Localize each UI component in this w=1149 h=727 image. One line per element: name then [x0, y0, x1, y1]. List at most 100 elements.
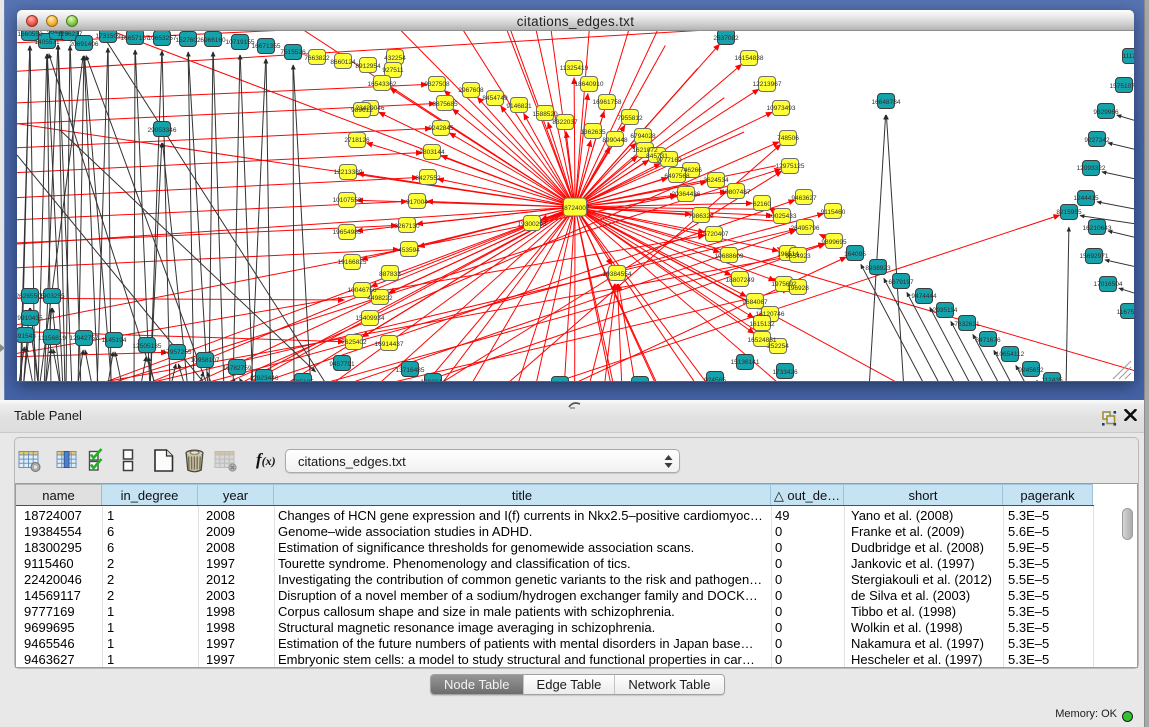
svg-text:8660124: 8660124 — [330, 59, 356, 66]
svg-text:12213967: 12213967 — [753, 81, 782, 88]
svg-text:18724007: 18724007 — [561, 205, 590, 212]
svg-text:3267130: 3267130 — [394, 223, 420, 230]
svg-text:9899695: 9899695 — [821, 239, 847, 246]
svg-text:16120746: 16120746 — [756, 311, 785, 318]
svg-text:10025433: 10025433 — [768, 213, 797, 220]
svg-text:19300293: 19300293 — [518, 221, 547, 228]
svg-text:927511: 927511 — [382, 67, 404, 74]
svg-text:9463627: 9463627 — [791, 195, 817, 202]
svg-text:19384554: 19384554 — [603, 271, 632, 278]
svg-text:16543362: 16543362 — [368, 81, 397, 88]
svg-text:1196237: 1196237 — [58, 31, 83, 38]
svg-text:12505135: 12505135 — [133, 343, 162, 350]
svg-text:7632621: 7632621 — [954, 321, 980, 328]
svg-text:9474444: 9474444 — [911, 293, 937, 300]
svg-text:252254: 252254 — [767, 343, 789, 350]
svg-text:11156819: 11156819 — [38, 335, 66, 342]
svg-text:9329966: 9329966 — [1093, 109, 1119, 116]
svg-text:12213389: 12213389 — [334, 169, 363, 176]
svg-text:7515526: 7515526 — [280, 49, 306, 56]
svg-text:8427552: 8427552 — [415, 175, 441, 182]
svg-text:15409934: 15409934 — [356, 315, 385, 322]
svg-text:9146821: 9146821 — [506, 103, 532, 110]
svg-text:10654112: 10654112 — [996, 351, 1025, 358]
svg-text:924565: 924565 — [704, 377, 726, 381]
svg-text:9227342: 9227342 — [1084, 137, 1110, 144]
svg-text:9242845: 9242845 — [428, 125, 454, 132]
svg-text:20364436: 20364436 — [672, 191, 701, 198]
svg-text:8322037: 8322037 — [552, 119, 578, 126]
svg-text:16961758: 16961758 — [593, 99, 622, 106]
svg-text:9115460: 9115460 — [821, 209, 846, 216]
svg-text:2935114: 2935114 — [933, 307, 958, 314]
svg-text:1660550: 1660550 — [17, 31, 43, 38]
svg-text:9684067: 9684067 — [742, 299, 768, 306]
svg-text:4498222: 4498222 — [367, 295, 393, 302]
svg-text:10958107: 10958107 — [191, 357, 220, 364]
svg-text:2967608: 2967608 — [458, 87, 484, 94]
svg-text:9457791: 9457791 — [329, 361, 355, 368]
svg-text:16671355: 16671355 — [252, 43, 281, 50]
svg-text:10046756: 10046756 — [348, 287, 377, 294]
svg-text:3875685: 3875685 — [432, 101, 458, 108]
svg-text:10807487: 10807487 — [722, 189, 751, 196]
svg-text:1405571: 1405571 — [34, 39, 60, 46]
svg-text:8471676: 8471676 — [975, 337, 1001, 344]
svg-text:748506: 748506 — [777, 135, 799, 142]
svg-text:16210643: 16210643 — [1083, 225, 1112, 232]
svg-text:12093322: 12093322 — [1077, 165, 1106, 172]
svg-text:16914437: 16914437 — [375, 341, 404, 348]
svg-text:13716485: 13716485 — [396, 367, 425, 374]
svg-text:10688609: 10688609 — [715, 253, 744, 260]
svg-text:6679197: 6679197 — [888, 279, 914, 286]
svg-text:15136141: 15136141 — [731, 359, 760, 366]
svg-text:887833: 887833 — [379, 271, 401, 278]
svg-text:1903255: 1903255 — [39, 293, 65, 300]
svg-text:20691406: 20691406 — [70, 41, 99, 48]
svg-text:9245652: 9245652 — [1018, 367, 1044, 374]
svg-text:6966160: 6966160 — [200, 37, 226, 44]
svg-text:391543: 391543 — [17, 333, 36, 340]
svg-text:29053346: 29053346 — [148, 127, 177, 134]
svg-text:7986322: 7986322 — [688, 213, 714, 220]
svg-text:7625402: 7625402 — [341, 339, 367, 346]
svg-text:16657157: 16657157 — [121, 35, 150, 42]
svg-text:8454749: 8454749 — [482, 95, 508, 102]
svg-text:164095: 164095 — [844, 251, 866, 258]
svg-text:8938923: 8938923 — [865, 265, 891, 272]
svg-text:19654985: 19654985 — [333, 229, 362, 236]
svg-text:15692971: 15692971 — [1080, 253, 1109, 260]
svg-text:1244415: 1244415 — [1073, 195, 1099, 202]
svg-text:19166825: 19166825 — [338, 259, 367, 266]
svg-text:15751074: 15751074 — [1110, 83, 1134, 90]
svg-text:10719155: 10719155 — [226, 39, 255, 46]
svg-text:18640910: 18640910 — [575, 81, 604, 88]
svg-text:2637082: 2637082 — [713, 35, 739, 42]
svg-text:11124: 11124 — [1122, 53, 1134, 60]
svg-text:432254: 432254 — [384, 55, 406, 62]
svg-text:18807249: 18807249 — [726, 277, 755, 284]
svg-text:9654923: 9654923 — [785, 253, 811, 260]
svg-text:9327508: 9327508 — [424, 81, 450, 88]
svg-text:8990448: 8990448 — [602, 137, 628, 144]
svg-text:1292344: 1292344 — [420, 379, 446, 381]
svg-text:10653257: 10653257 — [148, 35, 177, 42]
svg-text:7955812: 7955812 — [617, 115, 643, 122]
svg-text:1362635: 1362635 — [580, 129, 606, 136]
svg-text:16782759: 16782759 — [223, 365, 252, 372]
svg-text:917004: 917004 — [406, 199, 428, 206]
svg-text:16648784: 16648784 — [872, 99, 901, 106]
svg-text:1527602: 1527602 — [175, 37, 201, 44]
svg-text:989612: 989612 — [351, 107, 373, 114]
svg-text:9777169: 9777169 — [656, 157, 682, 164]
svg-text:453594: 453594 — [398, 247, 420, 254]
svg-text:112435: 112435 — [1041, 377, 1063, 381]
svg-text:10107553: 10107553 — [333, 197, 362, 204]
svg-text:12975125: 12975125 — [776, 163, 805, 170]
svg-text:3624534: 3624534 — [703, 177, 729, 184]
svg-text:1615132: 1615132 — [749, 321, 775, 328]
svg-text:1733426: 1733426 — [772, 369, 798, 376]
svg-text:10973493: 10973493 — [767, 105, 796, 112]
svg-text:16154838: 16154838 — [735, 55, 764, 62]
svg-text:1588520: 1588520 — [532, 111, 558, 118]
